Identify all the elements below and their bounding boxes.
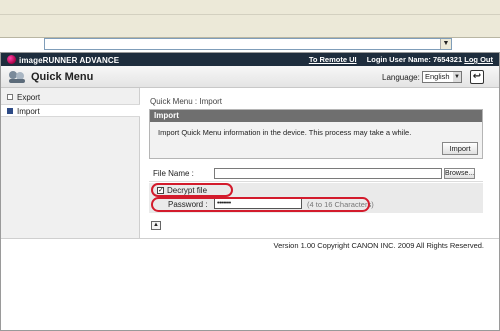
sidebar-item-import[interactable]: Import: [1, 104, 140, 117]
sidebar-item-label: Export: [17, 93, 41, 102]
refresh-button[interactable]: ↩: [470, 70, 484, 84]
header-links: To Remote UI Login User Name: 7654321 Lo…: [309, 55, 493, 64]
chevron-down-icon[interactable]: ▼: [440, 39, 451, 49]
page-title: Quick Menu: [31, 71, 94, 83]
chevron-down-icon[interactable]: ▼: [453, 72, 461, 82]
login-user-name: Login User Name: 7654321: [366, 55, 463, 64]
footer-divider: [1, 238, 499, 239]
import-button[interactable]: Import: [442, 142, 478, 155]
highlight-oval-decrypt: [151, 183, 233, 197]
brand-name: imageRUNNER ADVANCE: [19, 56, 120, 65]
bullet-icon: [7, 108, 13, 114]
file-name-input[interactable]: [214, 168, 442, 179]
address-dropdown[interactable]: ▼: [44, 38, 452, 50]
title-bar: Quick Menu Language: English ▼ ↩: [1, 66, 499, 88]
sidebar-item-export[interactable]: Export: [1, 91, 140, 104]
file-name-row: File Name : Browse...: [149, 166, 483, 182]
breadcrumb: Quick Menu : Import: [150, 97, 223, 106]
back-to-top-button[interactable]: ▲: [151, 221, 161, 230]
quick-menu-icon: [9, 71, 25, 83]
browser-toolbar: [0, 0, 500, 38]
panel-description: Import Quick Menu information in the dev…: [158, 128, 412, 137]
highlight-oval-password: [151, 197, 370, 212]
brand: imageRUNNER ADVANCE: [7, 55, 119, 65]
header-bar: imageRUNNER ADVANCE To Remote UI Login U…: [1, 53, 499, 66]
logout-link[interactable]: Log Out: [464, 55, 493, 64]
to-remote-ui-link[interactable]: To Remote UI: [309, 55, 357, 64]
import-panel: Import Import Quick Menu information in …: [149, 109, 483, 159]
footer-copyright: Version 1.00 Copyright CANON INC. 2009 A…: [273, 241, 484, 250]
sidebar-item-label: Import: [17, 107, 40, 116]
browse-button[interactable]: Browse...: [444, 168, 475, 179]
panel-title: Import: [150, 110, 482, 122]
canon-logo-icon: [7, 55, 16, 64]
file-name-label: File Name :: [153, 169, 194, 178]
sidebar: Export Import: [1, 88, 140, 238]
bullet-icon: [7, 94, 13, 100]
language-value: English: [425, 72, 450, 81]
toolbar-divider: [0, 14, 500, 15]
language-label: Language:: [382, 73, 420, 82]
language-select[interactable]: English ▼: [422, 71, 462, 83]
remote-ui-frame: imageRUNNER ADVANCE To Remote UI Login U…: [0, 52, 500, 331]
